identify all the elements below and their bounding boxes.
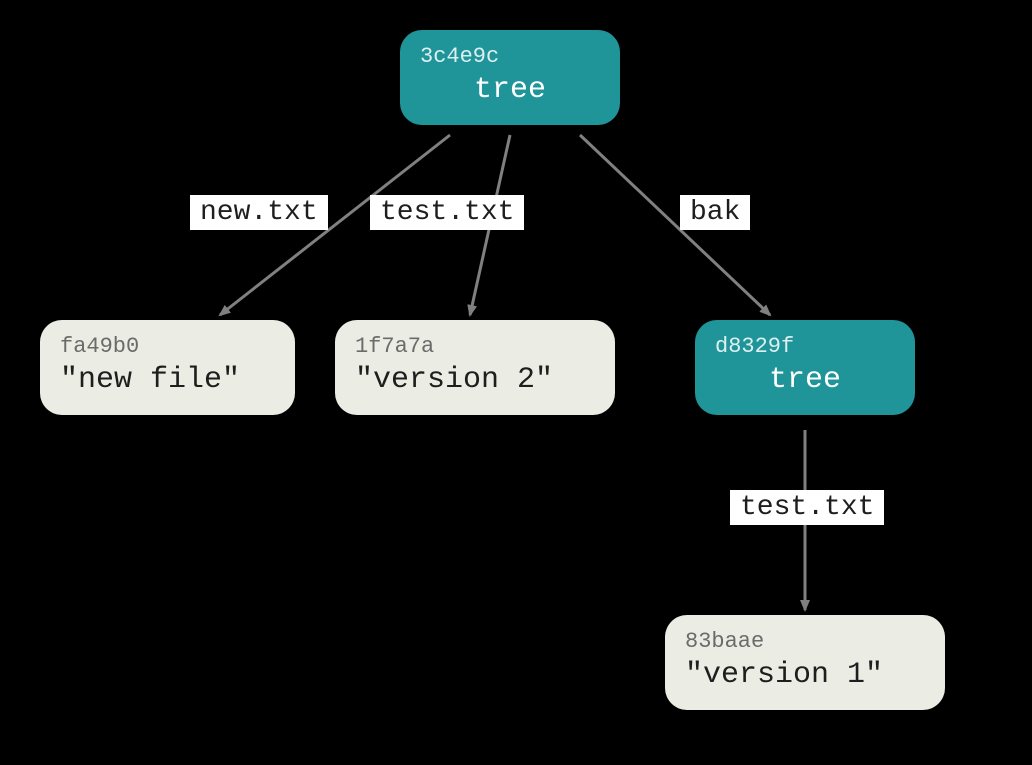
node-label: tree <box>420 73 600 107</box>
edge-label-bak-test-txt: test.txt <box>730 490 884 525</box>
node-label: "version 1" <box>685 658 925 692</box>
node-hash: 83baae <box>685 629 925 654</box>
node-root-tree: 3c4e9c tree <box>400 30 620 125</box>
node-label: "new file" <box>60 363 275 397</box>
node-blob-version2: 1f7a7a "version 2" <box>335 320 615 415</box>
node-bak-tree: d8329f tree <box>695 320 915 415</box>
node-blob-new-file: fa49b0 "new file" <box>40 320 295 415</box>
git-object-diagram: 3c4e9c tree fa49b0 "new file" 1f7a7a "ve… <box>0 0 1032 765</box>
node-label: tree <box>715 363 895 397</box>
node-label: "version 2" <box>355 363 595 397</box>
node-blob-version1: 83baae "version 1" <box>665 615 945 710</box>
edge-label-test-txt: test.txt <box>370 195 524 230</box>
edge-label-new-txt: new.txt <box>190 195 328 230</box>
node-hash: d8329f <box>715 334 895 359</box>
node-hash: 3c4e9c <box>420 44 600 69</box>
edge-label-bak: bak <box>680 195 750 230</box>
node-hash: fa49b0 <box>60 334 275 359</box>
node-hash: 1f7a7a <box>355 334 595 359</box>
